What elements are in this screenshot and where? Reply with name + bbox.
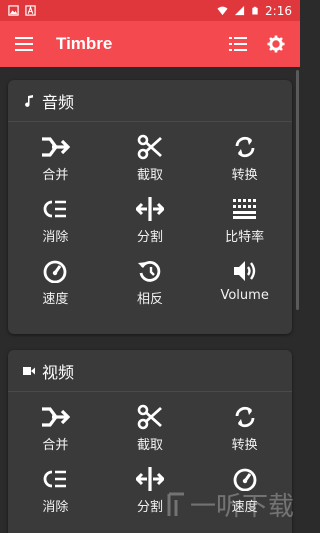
text-notification-icon	[25, 5, 36, 16]
settings-button[interactable]	[264, 32, 288, 56]
video-convert-label: 转换	[231, 438, 258, 453]
audio-reverse-button[interactable]: 相反	[103, 256, 198, 318]
volume-icon	[229, 256, 261, 286]
video-card-header: 视频	[8, 350, 292, 392]
audio-trim-button[interactable]: 截取	[103, 132, 198, 194]
app-title: Timbre	[56, 34, 113, 53]
audio-merge-label: 合并	[42, 168, 69, 183]
list-icon	[229, 37, 247, 51]
audio-card-header: 音频	[8, 80, 292, 122]
convert-icon	[229, 402, 261, 432]
menu-button[interactable]	[12, 32, 36, 56]
audio-convert-label: 转换	[231, 168, 258, 183]
audio-reverse-label: 相反	[136, 292, 163, 307]
audio-merge-button[interactable]: 合并	[8, 132, 103, 194]
status-time: 2:16	[265, 3, 292, 18]
video-trim-button[interactable]: 截取	[103, 402, 198, 464]
video-camera-icon	[22, 364, 36, 378]
audio-bitrate-label: 比特率	[225, 230, 265, 245]
remove-icon	[39, 464, 71, 494]
audio-tools-grid: 合并 截取 转换 消除 分割 比特率 速度 相反 Volume	[8, 122, 292, 318]
bitrate-icon	[229, 194, 261, 224]
status-bar: 2:16	[0, 0, 300, 21]
hamburger-icon	[15, 37, 33, 51]
audio-trim-label: 截取	[136, 168, 163, 183]
audio-split-label: 分割	[136, 230, 163, 245]
scrollbar[interactable]	[296, 70, 299, 310]
list-button[interactable]	[226, 32, 250, 56]
convert-icon	[229, 132, 261, 162]
merge-icon	[39, 402, 71, 432]
video-convert-button[interactable]: 转换	[197, 402, 292, 464]
scissors-icon	[134, 132, 166, 162]
gear-icon	[267, 35, 285, 53]
merge-icon	[39, 132, 71, 162]
video-merge-label: 合并	[42, 438, 69, 453]
video-split-label: 分割	[136, 500, 163, 515]
remove-icon	[39, 194, 71, 224]
video-remove-button[interactable]: 消除	[8, 464, 103, 526]
split-icon	[134, 464, 166, 494]
audio-remove-label: 消除	[42, 230, 69, 245]
signal-icon	[234, 5, 245, 16]
audio-card-title: 音频	[42, 92, 75, 112]
audio-convert-button[interactable]: 转换	[197, 132, 292, 194]
audio-volume-button[interactable]: Volume	[197, 256, 292, 318]
app-bar: Timbre	[0, 21, 300, 67]
watermark-text: 一听下载	[190, 492, 295, 522]
battery-icon	[252, 6, 258, 15]
scissors-icon	[134, 402, 166, 432]
audio-split-button[interactable]: 分割	[103, 194, 198, 256]
audio-bitrate-button[interactable]: 比特率	[197, 194, 292, 256]
split-icon	[134, 194, 166, 224]
video-card-title: 视频	[42, 362, 75, 382]
video-merge-button[interactable]: 合并	[8, 402, 103, 464]
video-trim-label: 截取	[136, 438, 163, 453]
reverse-icon	[134, 256, 166, 286]
video-remove-label: 消除	[42, 500, 69, 515]
audio-remove-button[interactable]: 消除	[8, 194, 103, 256]
wifi-icon	[217, 6, 228, 16]
music-note-icon	[22, 94, 36, 108]
watermark-logo-icon	[167, 492, 184, 516]
audio-volume-label: Volume	[220, 288, 269, 303]
watermark: 一听下载	[164, 486, 294, 523]
audio-card: 音频 合并 截取 转换 消除 分割 比特率 速度 相反 Volume	[8, 80, 292, 334]
speed-icon	[39, 256, 71, 286]
audio-speed-label: 速度	[42, 292, 69, 307]
image-notification-icon	[8, 5, 19, 16]
audio-speed-button[interactable]: 速度	[8, 256, 103, 318]
